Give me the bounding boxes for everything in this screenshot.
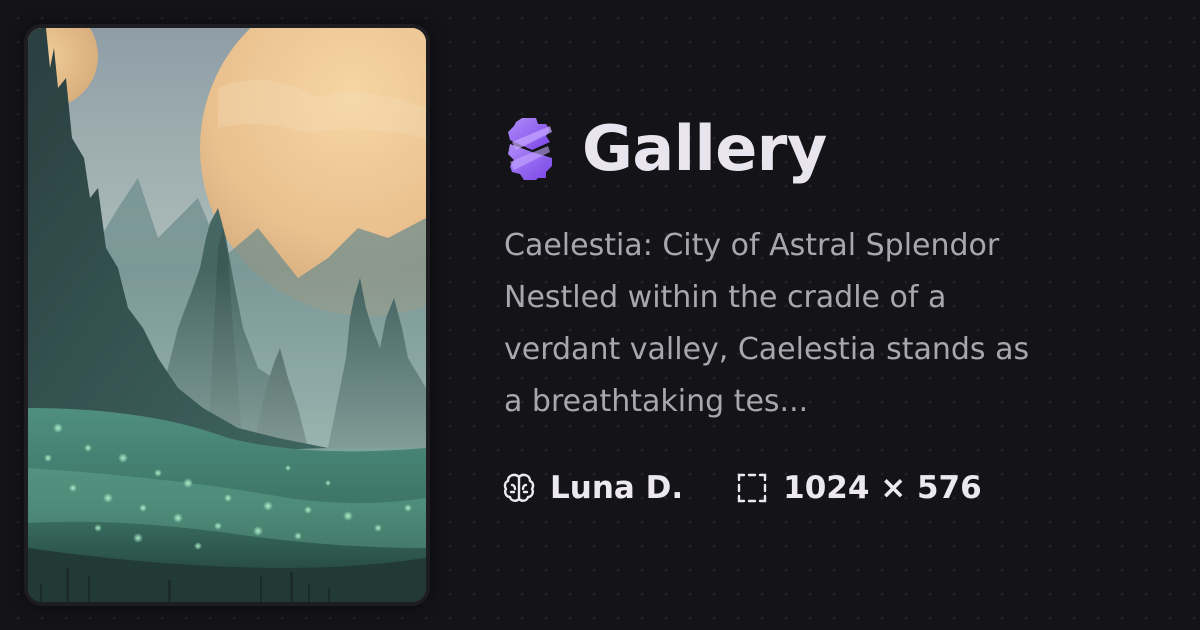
artwork-description: Caelestia: City of Astral Splendor Nestl… <box>504 220 1104 428</box>
artwork-thumbnail <box>28 28 426 602</box>
artwork-thumbnail-card[interactable] <box>26 26 428 604</box>
description-line: Caelestia: City of Astral Splendor <box>504 228 1000 263</box>
artwork-meta: Luna D. 1024 × 576 <box>502 468 982 508</box>
page-title: Gallery <box>582 112 827 185</box>
author-name: Luna D. <box>550 470 684 506</box>
dimensions-info: 1024 × 576 <box>735 470 982 506</box>
description-line: a breathtaking tes... <box>504 384 809 419</box>
description-line: Nestled within the cradle of a <box>504 280 947 315</box>
description-line: verdant valley, Caelestia stands as <box>504 332 1030 367</box>
dashed-frame-icon <box>737 473 767 503</box>
header: Gallery <box>502 112 827 186</box>
brain-icon <box>503 473 535 502</box>
image-dimensions: 1024 × 576 <box>783 470 982 506</box>
author-info[interactable]: Luna D. <box>502 470 683 506</box>
gear-lightning-logo-icon <box>508 118 552 180</box>
